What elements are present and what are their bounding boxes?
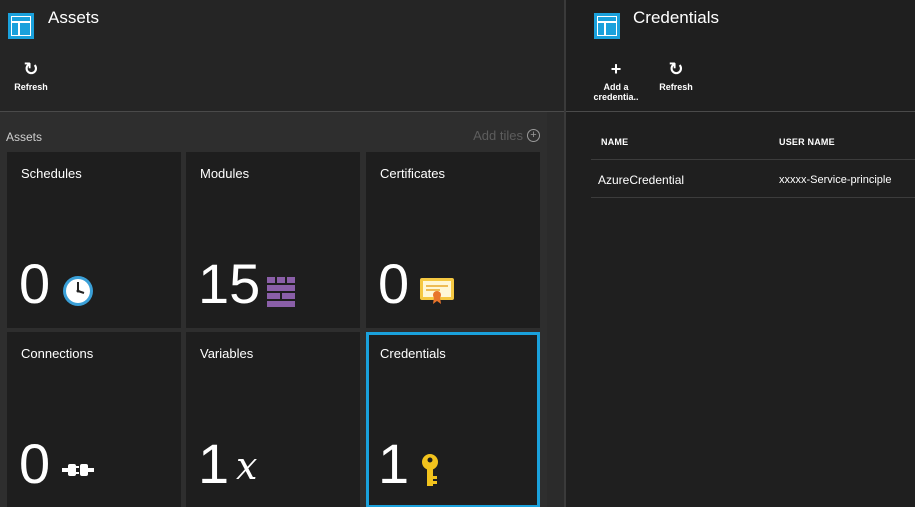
blade-layout-icon — [8, 13, 34, 39]
key-icon — [422, 454, 438, 486]
refresh-button[interactable]: ↻ Refresh — [6, 60, 56, 92]
assets-blade: Assets ↻ Refresh Assets Add tiles + Sche… — [0, 0, 564, 507]
add-tiles-button[interactable]: Add tiles + — [473, 128, 540, 143]
connection-plug-icon — [62, 464, 94, 476]
credential-user-name: xxxxx-Service-principle — [779, 174, 892, 186]
tile-modules[interactable]: Modules 15 — [186, 152, 360, 328]
tile-modules-label: Modules — [200, 166, 250, 181]
tile-credentials-label: Credentials — [380, 346, 446, 361]
tile-connections-label: Connections — [21, 346, 94, 361]
add-circle-icon: + — [527, 129, 540, 142]
credentials-blade-header: Credentials + Add a credentia.. ↻ Refres… — [566, 0, 915, 112]
modules-icon — [267, 277, 295, 307]
variable-x-icon: x — [236, 444, 258, 488]
tile-variables-count: 1 — [198, 432, 230, 495]
credentials-grid-header: NAME USER NAME — [591, 127, 915, 160]
refresh-label: Refresh — [14, 82, 48, 92]
tile-connections[interactable]: Connections 0 — [7, 332, 181, 507]
add-credential-label-line2: credentia.. — [593, 92, 639, 102]
assets-blade-title: Assets — [48, 8, 100, 27]
certificate-icon — [420, 278, 454, 304]
refresh-button[interactable]: ↻ Refresh — [651, 60, 701, 92]
assets-blade-header: Assets ↻ Refresh — [0, 0, 564, 112]
table-row[interactable]: AzureCredential xxxxx-Service-principle — [591, 161, 915, 198]
tile-modules-count: 15 — [198, 252, 261, 315]
plus-icon: + — [610, 59, 622, 79]
tile-certificates[interactable]: Certificates 0 — [366, 152, 540, 328]
tile-variables-label: Variables — [200, 346, 254, 361]
tile-schedules[interactable]: Schedules 0 — [7, 152, 181, 328]
lens-title: Assets — [6, 130, 43, 144]
refresh-label: Refresh — [659, 82, 693, 92]
add-credential-label-line1: Add a — [603, 82, 629, 92]
header-divider — [566, 111, 915, 112]
tile-credentials[interactable]: Credentials 1 — [366, 332, 540, 507]
tile-certificates-count: 0 — [378, 252, 410, 315]
refresh-icon: ↻ — [23, 59, 39, 79]
tile-connections-count: 0 — [19, 432, 51, 495]
tile-certificates-label: Certificates — [380, 166, 446, 181]
tile-schedules-count: 0 — [19, 252, 51, 315]
refresh-icon: ↻ — [668, 59, 684, 79]
scrollbar[interactable] — [547, 112, 564, 507]
tile-credentials-count: 1 — [378, 432, 410, 495]
credential-name: AzureCredential — [598, 173, 685, 187]
add-tiles-label: Add tiles — [473, 128, 523, 143]
credentials-blade: Credentials + Add a credentia.. ↻ Refres… — [566, 0, 915, 507]
column-header-user-name[interactable]: USER NAME — [779, 137, 835, 147]
tile-schedules-label: Schedules — [21, 166, 82, 181]
blade-layout-icon — [594, 13, 620, 39]
add-credential-button[interactable]: + Add a credentia.. — [591, 60, 641, 102]
credentials-blade-title: Credentials — [633, 8, 719, 27]
clock-icon — [63, 276, 93, 306]
tile-variables[interactable]: Variables 1 x — [186, 332, 360, 507]
column-header-name[interactable]: NAME — [601, 137, 628, 147]
